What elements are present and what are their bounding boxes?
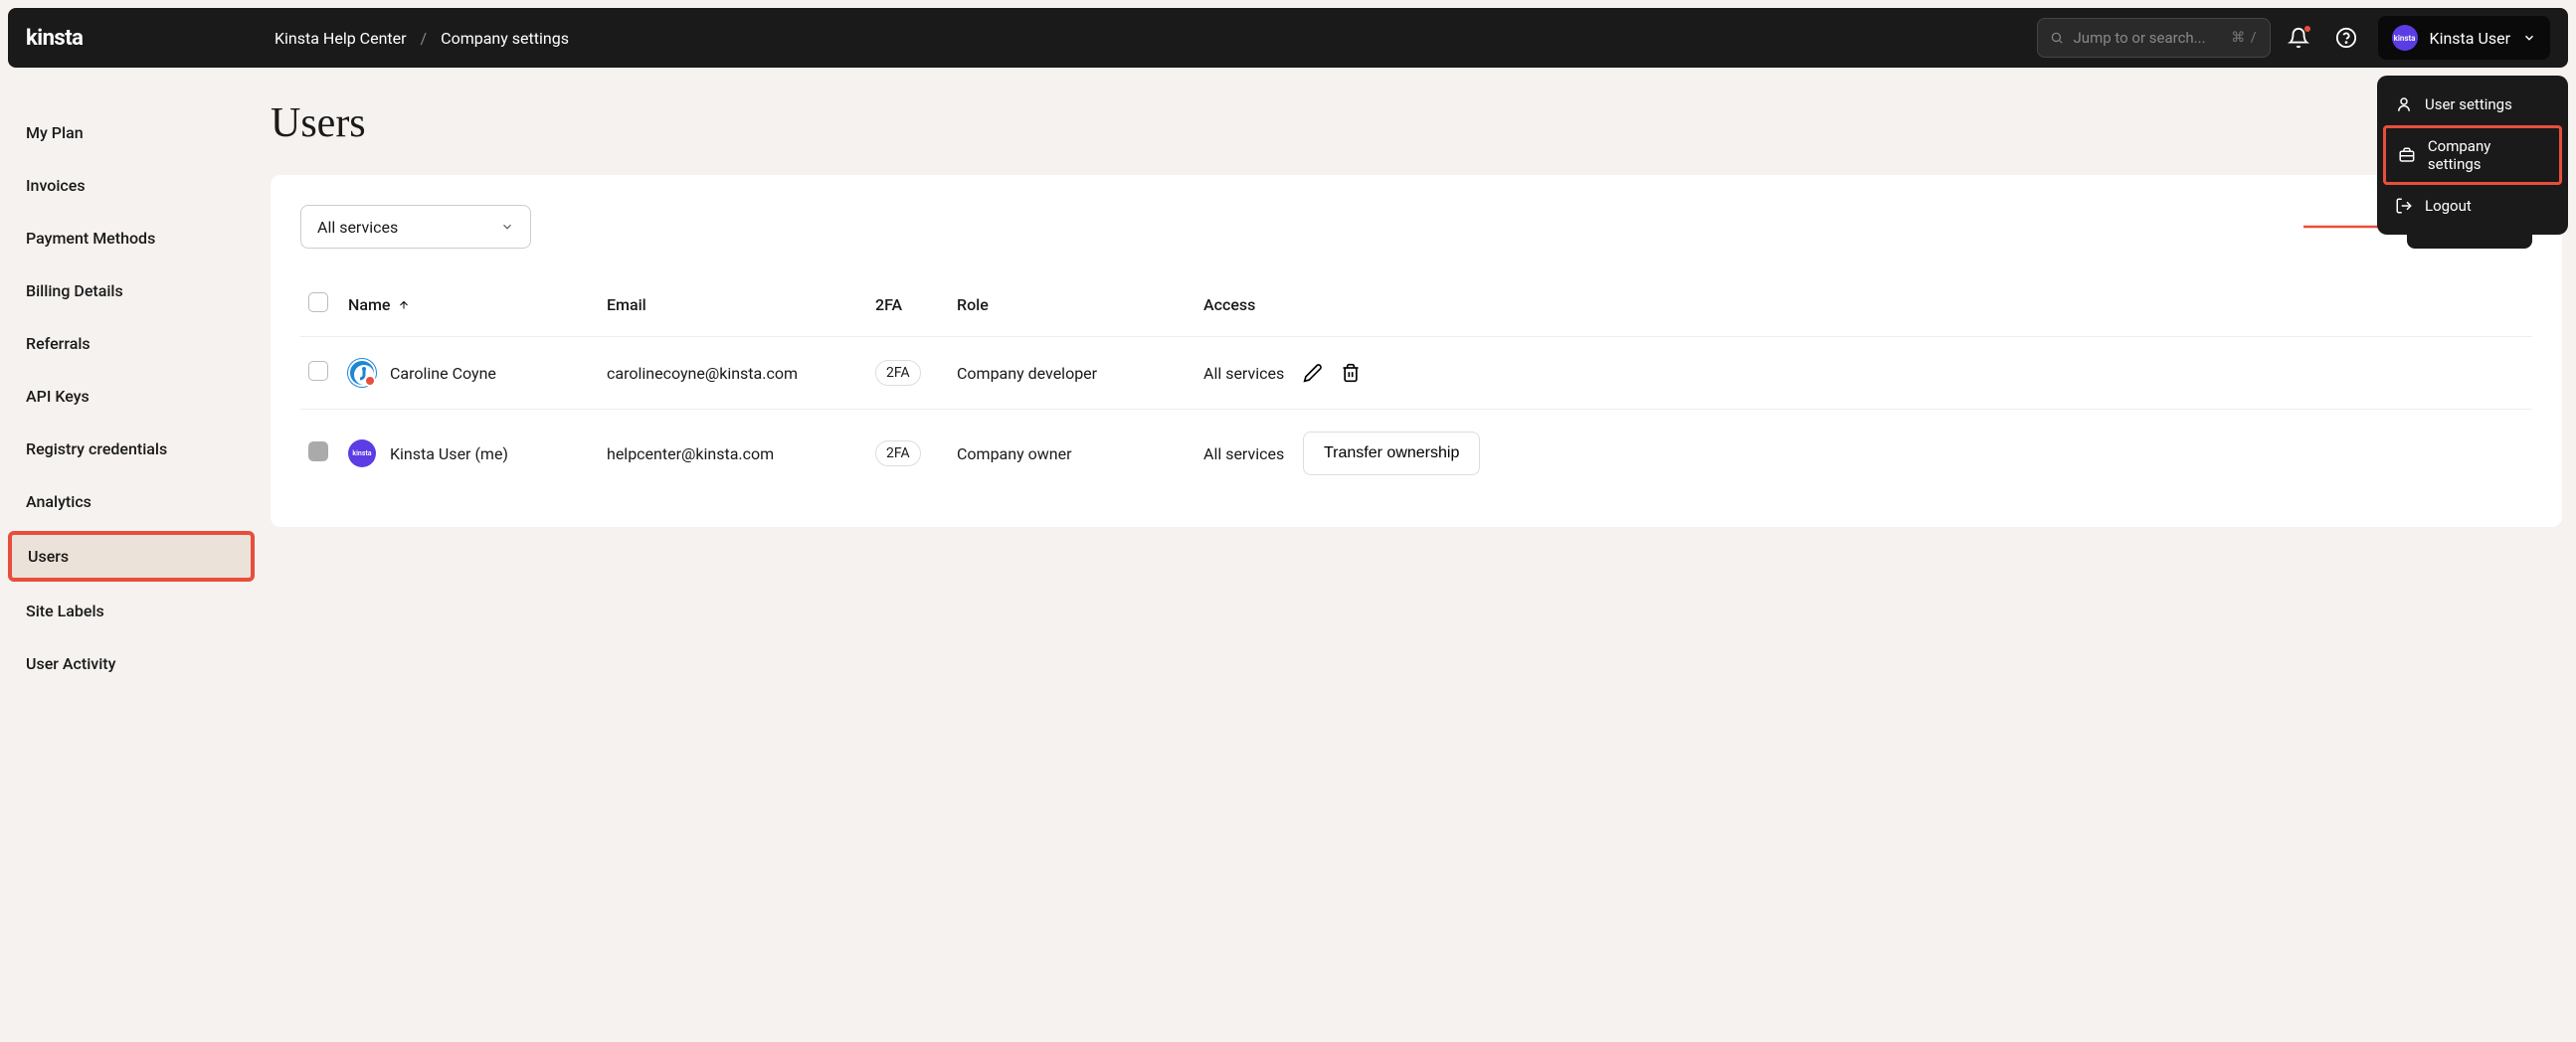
breadcrumb: Kinsta Help Center / Company settings	[275, 29, 569, 48]
chevron-down-icon	[500, 220, 514, 234]
row-checkbox[interactable]	[308, 361, 328, 381]
chevron-down-icon	[2522, 31, 2536, 45]
dropdown-item-label: Company settings	[2428, 137, 2547, 173]
main-content: Users All services Invite users Name	[259, 76, 2576, 693]
user-email-cell: carolinecoyne@kinsta.com	[599, 337, 867, 410]
user-name-cell: Caroline Coyne	[390, 364, 496, 383]
sidebar-item-label: Payment Methods	[26, 229, 155, 248]
dropdown-company-settings[interactable]: Company settings	[2383, 125, 2562, 185]
sidebar-item-label: Referrals	[26, 334, 91, 353]
topbar: kinsta Kinsta Help Center / Company sett…	[8, 8, 2568, 68]
sort-asc-icon	[398, 299, 410, 311]
twofa-badge: 2FA	[875, 360, 921, 386]
notifications-button[interactable]	[2279, 18, 2318, 58]
sidebar-item-label: User Activity	[26, 654, 115, 673]
users-card: All services Invite users Name Email	[271, 175, 2562, 527]
brand-logo[interactable]: kinsta	[26, 26, 275, 51]
sidebar-item-label: API Keys	[26, 387, 90, 406]
sidebar-item-site-labels[interactable]: Site Labels	[8, 588, 259, 634]
sidebar: My Plan Invoices Payment Methods Billing…	[0, 76, 259, 693]
user-name-cell: Kinsta User (me)	[390, 444, 508, 463]
user-access-cell: All services	[1196, 410, 1295, 498]
sidebar-item-analytics[interactable]: Analytics	[8, 478, 259, 525]
sidebar-item-label: Billing Details	[26, 281, 123, 300]
sidebar-item-label: Invoices	[26, 176, 86, 195]
page-title: Users	[271, 99, 2562, 147]
help-icon	[2335, 27, 2357, 49]
sidebar-item-payment-methods[interactable]: Payment Methods	[8, 215, 259, 261]
user-icon	[2395, 95, 2413, 113]
table-row: Caroline Coyne carolinecoyne@kinsta.com …	[300, 337, 2532, 410]
services-filter[interactable]: All services	[300, 205, 531, 249]
avatar	[348, 359, 376, 387]
column-header-access[interactable]: Access	[1196, 278, 1295, 337]
users-table: Name Email 2FA Role Access	[300, 278, 2532, 497]
sidebar-item-users[interactable]: Users	[8, 531, 255, 582]
delete-icon[interactable]	[1341, 363, 1361, 383]
help-button[interactable]	[2326, 18, 2366, 58]
user-access-cell: All services	[1196, 337, 1295, 410]
sidebar-item-referrals[interactable]: Referrals	[8, 320, 259, 367]
user-email-cell: helpcenter@kinsta.com	[599, 410, 867, 498]
column-header-name[interactable]: Name	[340, 278, 599, 337]
avatar-warning-badge	[364, 375, 376, 387]
twofa-badge: 2FA	[875, 440, 921, 466]
user-menu-button[interactable]: kinsta Kinsta User	[2378, 16, 2550, 60]
column-header-2fa[interactable]: 2FA	[867, 278, 949, 337]
sidebar-item-label: Analytics	[26, 492, 92, 511]
column-header-email[interactable]: Email	[599, 278, 867, 337]
breadcrumb-link-1[interactable]: Kinsta Help Center	[275, 29, 407, 48]
logout-icon	[2395, 197, 2413, 215]
sidebar-item-invoices[interactable]: Invoices	[8, 162, 259, 209]
sidebar-item-label: My Plan	[26, 123, 84, 142]
sidebar-item-label: Registry credentials	[26, 439, 167, 458]
dropdown-user-settings[interactable]: User settings	[2377, 84, 2568, 125]
sidebar-item-label: Site Labels	[26, 602, 104, 620]
user-dropdown: User settings Company settings Logout	[2377, 76, 2568, 235]
table-row: kinsta Kinsta User (me) helpcenter@kinst…	[300, 410, 2532, 498]
row-checkbox[interactable]	[308, 441, 328, 461]
breadcrumb-link-2[interactable]: Company settings	[441, 29, 569, 48]
dropdown-item-label: Logout	[2425, 197, 2472, 215]
notification-dot	[2304, 26, 2310, 32]
sidebar-item-label: Users	[28, 547, 69, 566]
sidebar-item-billing-details[interactable]: Billing Details	[8, 267, 259, 314]
sidebar-item-registry-credentials[interactable]: Registry credentials	[8, 426, 259, 472]
search-icon	[2050, 31, 2064, 45]
dropdown-item-label: User settings	[2425, 95, 2512, 113]
user-role-cell: Company owner	[949, 410, 1196, 498]
dropdown-logout[interactable]: Logout	[2377, 185, 2568, 227]
transfer-ownership-button[interactable]: Transfer ownership	[1303, 432, 1480, 475]
search-placeholder: Jump to or search...	[2074, 29, 2222, 47]
sidebar-item-my-plan[interactable]: My Plan	[8, 109, 259, 156]
select-all-checkbox[interactable]	[308, 292, 328, 312]
avatar: kinsta	[2392, 25, 2418, 51]
sidebar-item-api-keys[interactable]: API Keys	[8, 373, 259, 420]
search-kbd: ⌘ /	[2231, 30, 2257, 46]
avatar: kinsta	[348, 439, 376, 467]
search-input[interactable]: Jump to or search... ⌘ /	[2037, 18, 2271, 58]
breadcrumb-sep: /	[421, 29, 428, 48]
edit-icon[interactable]	[1303, 363, 1323, 383]
filter-label: All services	[317, 218, 398, 237]
user-name: Kinsta User	[2430, 29, 2510, 48]
user-role-cell: Company developer	[949, 337, 1196, 410]
sidebar-item-user-activity[interactable]: User Activity	[8, 640, 259, 687]
column-header-role[interactable]: Role	[949, 278, 1196, 337]
briefcase-icon	[2398, 146, 2416, 164]
